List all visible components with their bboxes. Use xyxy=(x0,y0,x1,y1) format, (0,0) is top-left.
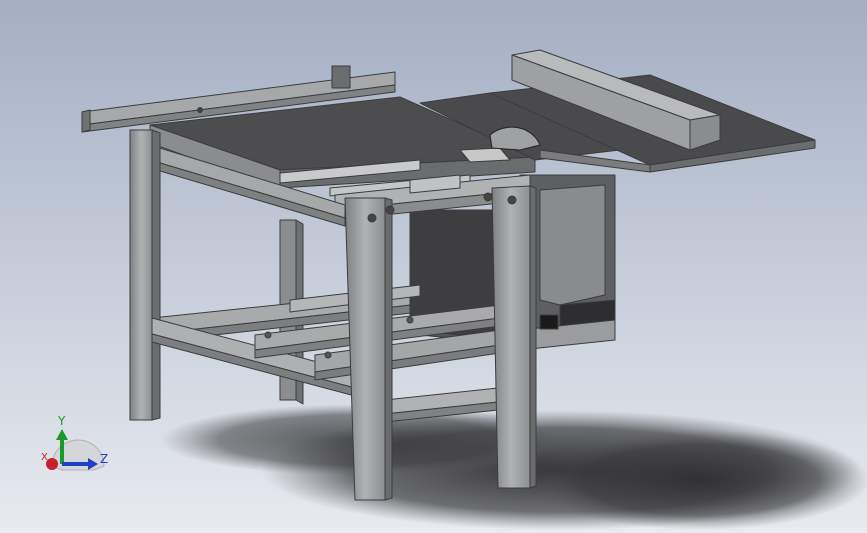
triad-z-label: Z xyxy=(100,452,109,466)
triad-x-label: X xyxy=(41,452,48,463)
front-left-leg xyxy=(129,129,161,421)
front-right-leg xyxy=(491,185,537,489)
model-scene[interactable] xyxy=(0,0,867,533)
fence-clamp xyxy=(331,65,351,89)
triad-y-label: Y xyxy=(58,414,66,428)
graphics-viewport[interactable]: Y Z X xyxy=(0,0,867,533)
